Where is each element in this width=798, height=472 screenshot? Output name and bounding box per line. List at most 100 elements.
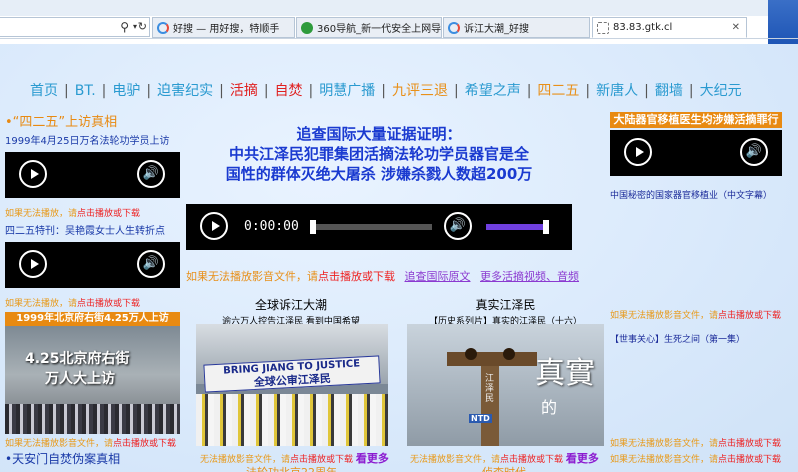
center-links: 如果无法播放影音文件，请点击播放或下载 追查国际原文 更多活摘视频、音频 bbox=[186, 268, 579, 284]
headline[interactable]: 追查国际大量证据证明： 中共江泽民犯罪集团活摘法轮功学员器官是全 国性的群体灭绝… bbox=[186, 124, 572, 184]
nav-link[interactable]: 希望之声 bbox=[465, 83, 521, 99]
nav-link[interactable]: 首页 bbox=[30, 83, 58, 99]
stock-label: 江泽民 bbox=[485, 374, 495, 404]
volume-icon[interactable]: 🔊 bbox=[137, 250, 165, 278]
video-player[interactable]: 🔊 bbox=[610, 130, 782, 176]
nav-separator: | bbox=[526, 83, 532, 99]
nav-link[interactable]: 四二五 bbox=[537, 83, 579, 99]
headline-line: 追查国际大量证据证明： bbox=[296, 125, 462, 143]
play-hint: 如果无法播放影音文件，请点击播放或下载 bbox=[610, 308, 781, 321]
video-thumbnail-425[interactable]: 1999年北京府右街4.25万人上访 4.25北京府右街 万人大上访 bbox=[5, 312, 180, 434]
play-hint: 如果无法播放，请点击播放或下载 bbox=[5, 206, 140, 219]
volume-icon[interactable]: 🔊 bbox=[740, 138, 768, 166]
tab-title: 好搜 — 用好搜，特顺手 bbox=[173, 24, 280, 35]
section-title-425[interactable]: •“四二五”上访真相 bbox=[5, 111, 117, 130]
play-download-link[interactable]: 点击播放或下载 bbox=[113, 439, 176, 449]
nav-separator: | bbox=[308, 83, 314, 99]
play-icon[interactable] bbox=[19, 250, 47, 278]
play-icon[interactable] bbox=[200, 212, 228, 240]
play-icon[interactable] bbox=[624, 138, 652, 166]
hint-text: 如果无法播放影音文件，请 bbox=[610, 455, 719, 465]
nav-link[interactable]: 翻墙 bbox=[655, 83, 683, 99]
nav-separator: | bbox=[688, 83, 694, 99]
play-download-link[interactable]: 点击播放或下载 bbox=[718, 311, 781, 321]
video-subtitle[interactable]: 中国秘密的国家器官移植业（中文字幕） bbox=[610, 188, 772, 201]
nav-link[interactable]: 迫害纪实 bbox=[157, 83, 213, 99]
ntd-logo: NTD bbox=[469, 414, 492, 423]
original-text-link[interactable]: 追查国际原文 bbox=[405, 270, 471, 283]
play-hint: 如果无法播放影音文件，请点击播放或下载 bbox=[610, 436, 781, 449]
title-bar bbox=[0, 0, 798, 16]
nav-link[interactable]: 九评三退 bbox=[392, 83, 448, 99]
volume-thumb[interactable] bbox=[543, 220, 549, 234]
volume-track[interactable] bbox=[486, 224, 546, 230]
hint-text: 如果无法播放影音文件，请 bbox=[5, 439, 114, 449]
progress-track[interactable] bbox=[310, 224, 432, 230]
more-videos-link[interactable]: 更多活摘视频、音频 bbox=[480, 270, 579, 283]
nav-link[interactable]: 明慧广播 bbox=[319, 83, 375, 99]
nav-link[interactable]: 大纪元 bbox=[700, 83, 742, 99]
play-download-link[interactable]: 点击播放或下载 bbox=[718, 439, 781, 449]
section-subtitle[interactable]: 四二五特刊：吴艳霞女士人生转折点 bbox=[5, 222, 165, 237]
play-hint: 如果无法播放影音文件，请点击播放或下载 bbox=[610, 452, 781, 465]
close-tab-icon[interactable]: ✕ bbox=[732, 22, 740, 33]
nav-link[interactable]: 活摘 bbox=[230, 83, 258, 99]
video-section-title[interactable]: 全球诉江大潮 bbox=[196, 296, 386, 313]
play-hint: 如果无法播放影音文件，请点击播放或下载 bbox=[5, 436, 176, 449]
section-title-self-immolation[interactable]: •天安门自焚伪案真相 bbox=[5, 450, 120, 467]
audio-player[interactable]: 0:00:00 🔊 bbox=[186, 204, 572, 250]
see-more-link[interactable]: 看更多 bbox=[356, 452, 389, 465]
search-favicon-icon bbox=[157, 21, 169, 34]
nav-separator: | bbox=[64, 83, 69, 99]
play-download-link[interactable]: 点击播放或下载 bbox=[718, 455, 781, 465]
search-icon[interactable]: ⚲ bbox=[120, 20, 129, 34]
video-section-title[interactable]: 真实江泽民 bbox=[407, 296, 604, 313]
progress-thumb[interactable] bbox=[310, 220, 316, 234]
video-subtitle[interactable]: 【世事关心】生死之间（第一集） bbox=[610, 332, 745, 345]
tab-title: 诉江大潮_好搜 bbox=[464, 24, 529, 35]
video-player[interactable]: 🔊 bbox=[5, 152, 180, 198]
see-more-link[interactable]: 看更多 bbox=[566, 452, 599, 465]
video-thumbnail-jiang[interactable]: 江泽民 真實 的 NTD bbox=[407, 324, 604, 446]
browser-favicon-icon bbox=[301, 21, 313, 34]
play-download-link[interactable]: 点击播放或下载 bbox=[77, 299, 140, 309]
nav-separator: | bbox=[381, 83, 386, 99]
headline-line: 国性的群体灭绝大屠杀 涉嫌杀戮人数超200万 bbox=[225, 165, 533, 183]
address-bar[interactable]: ⚲ ▾ ↻ bbox=[0, 17, 150, 37]
right-banner-title[interactable]: 大陆器官移植医生均涉嫌活摘罪行 bbox=[610, 112, 782, 128]
nav-link[interactable]: 自焚 bbox=[275, 83, 303, 99]
browser-tab[interactable]: 好搜 — 用好搜，特顺手 bbox=[152, 17, 295, 38]
video-overlay-text: 真實 bbox=[535, 356, 595, 391]
video-player[interactable]: 🔊 bbox=[5, 242, 180, 288]
browser-tab-active[interactable]: 83.83.gtk.cl ✕ bbox=[592, 17, 747, 38]
volume-icon[interactable]: 🔊 bbox=[137, 160, 165, 188]
play-icon[interactable] bbox=[19, 160, 47, 188]
nav-link[interactable]: 电驴 bbox=[112, 83, 140, 99]
dropdown-icon[interactable]: ▾ bbox=[133, 22, 137, 31]
play-hint: 如果无法播放，请点击播放或下载 bbox=[5, 296, 140, 309]
nav-separator: | bbox=[219, 83, 224, 99]
video-section-footer[interactable]: 侦查时代 bbox=[482, 464, 526, 472]
refresh-icon[interactable]: ↻ bbox=[138, 20, 147, 33]
play-download-link[interactable]: 点击播放或下载 bbox=[77, 209, 140, 219]
volume-icon[interactable]: 🔊 bbox=[444, 212, 472, 240]
stock-hole bbox=[503, 348, 515, 360]
browser-tab[interactable]: 360导航_新一代安全上网导航 bbox=[296, 17, 442, 38]
page-content: 首页 | BT. | 电驴 | 迫害纪实 | 活摘 | 自焚 | 明慧广播 | 九评三退 | 希望之声 | 四二五 |… bbox=[0, 44, 798, 472]
stock-beam bbox=[447, 352, 537, 366]
new-tab-button[interactable] bbox=[748, 17, 768, 38]
nav-link[interactable]: BT. bbox=[75, 83, 96, 99]
section-subtitle[interactable]: 1999年4月25日万名法轮功学员上访 bbox=[5, 132, 170, 147]
nav-separator: | bbox=[101, 83, 107, 99]
hint-text: 如果无法播放影音文件，请 bbox=[610, 311, 719, 321]
video-thumbnail-justice[interactable]: BRING JIANG TO JUSTICE 全球公审江泽民 bbox=[196, 324, 388, 446]
nav-separator: | bbox=[644, 83, 649, 99]
stock-hole bbox=[465, 348, 477, 360]
nav-link[interactable]: 新唐人 bbox=[596, 83, 638, 99]
nav-separator: | bbox=[453, 83, 459, 99]
video-section-footer[interactable]: 法轮功北京22周年 bbox=[246, 464, 337, 472]
stock-post: 江泽民 bbox=[481, 366, 499, 446]
browser-tab[interactable]: 诉江大潮_好搜 bbox=[443, 17, 590, 38]
tab-title: 83.83.gtk.cl bbox=[613, 22, 673, 33]
play-download-link[interactable]: 点击播放或下载 bbox=[318, 270, 395, 283]
